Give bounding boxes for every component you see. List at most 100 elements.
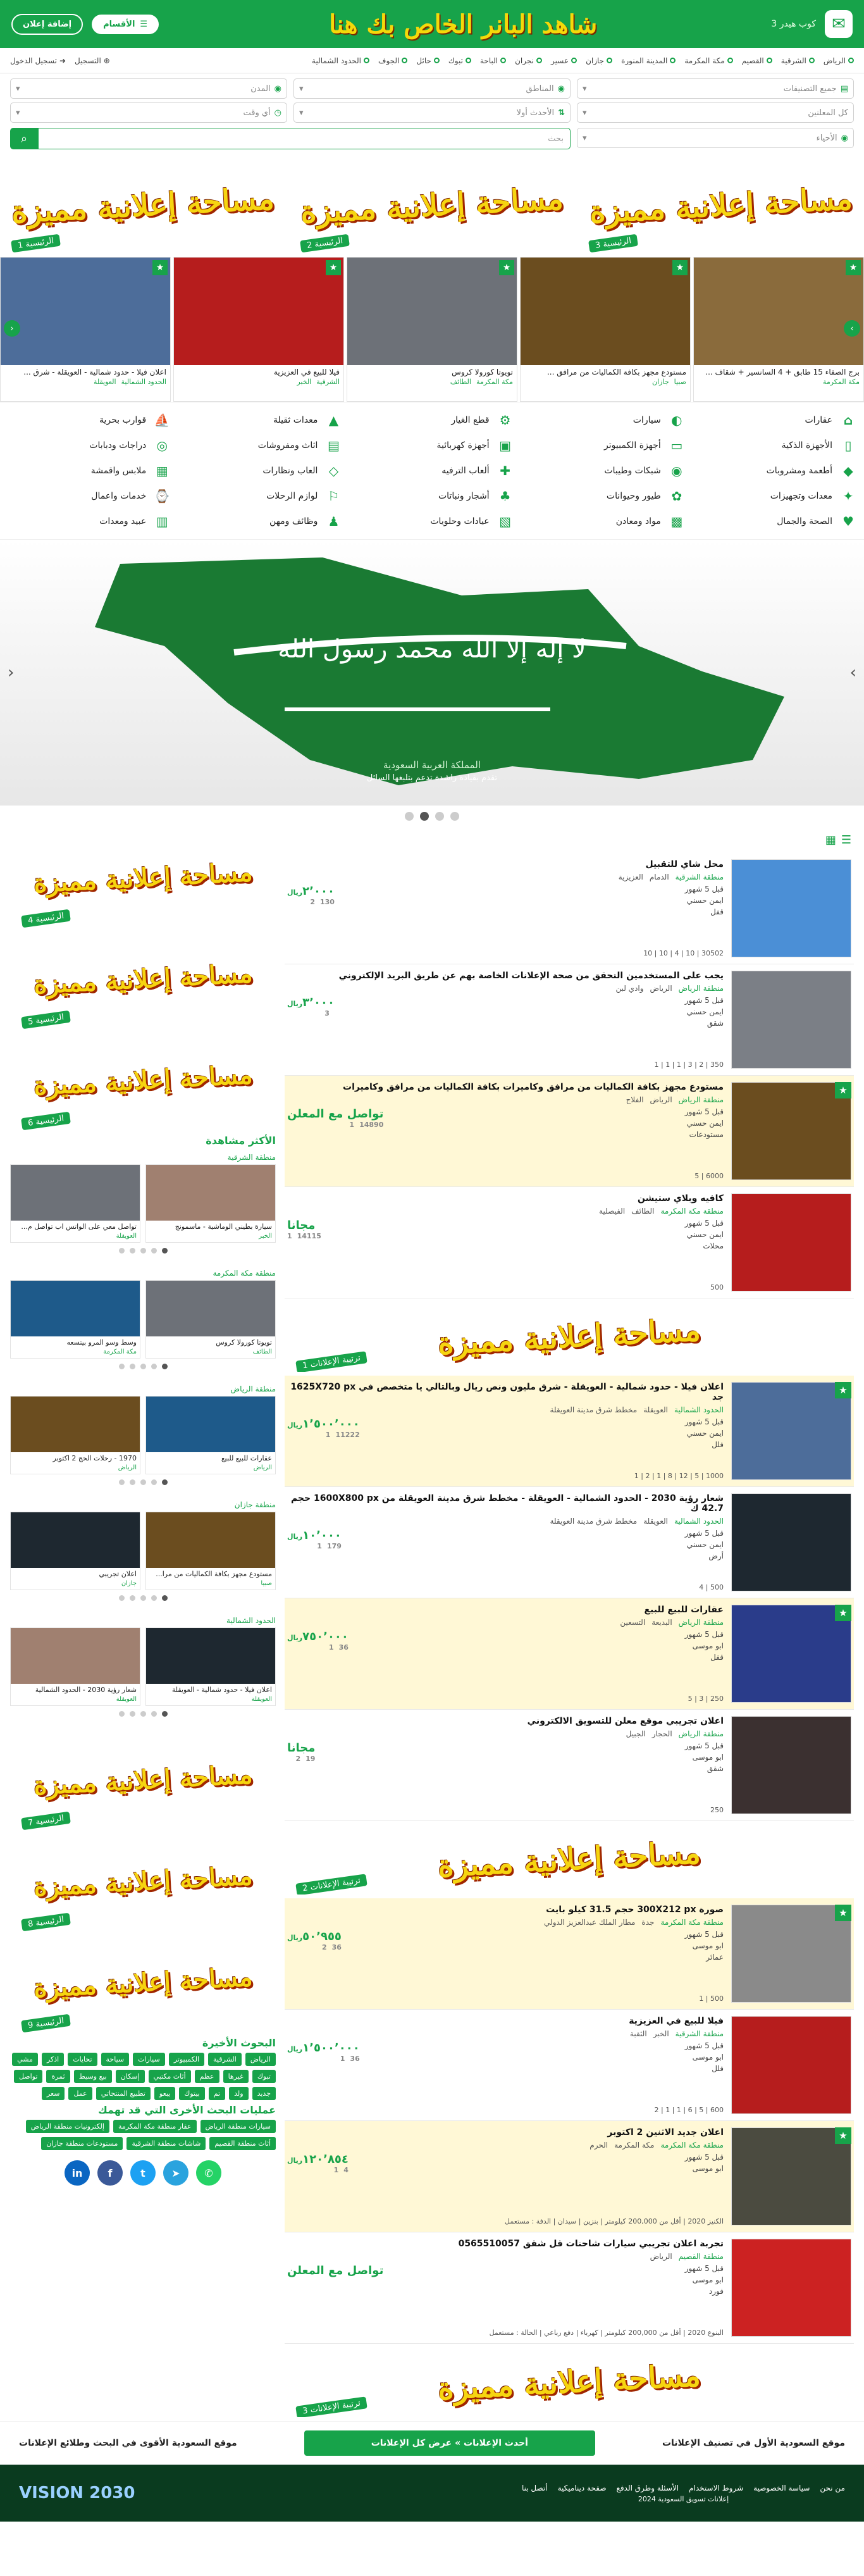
search-tag[interactable]: بيع وسيط: [73, 2070, 112, 2083]
ad-listing[interactable]: اعلان تجريبي موقع معلن للتسويق الالكترون…: [285, 1710, 854, 1821]
side-promo-banner[interactable]: مساحة إعلانية مميزة الرئيسية 6: [10, 1030, 276, 1131]
ad-thumbnail[interactable]: [731, 2239, 851, 2337]
search-tag[interactable]: ولد: [229, 2087, 249, 2100]
footer-link[interactable]: شروط الاستخدام: [689, 2484, 743, 2492]
search-tag[interactable]: مستودعات منطقة جازان: [41, 2137, 123, 2150]
site-logo[interactable]: ✉: [825, 10, 853, 38]
ad-listing[interactable]: مستودع مجهز بكافة الكماليات من مرافق وكا…: [285, 1076, 854, 1187]
search-tag[interactable]: سياحة: [101, 2053, 130, 2066]
mini-ad-card[interactable]: اعلان فيلا - حدود شمالية - العويقلة العوي…: [145, 1627, 276, 1706]
search-tag[interactable]: ثمرة: [46, 2070, 70, 2083]
featured-card[interactable]: ★ برج الصفاء 15 طابق + 4 السانسير + شقاف …: [693, 257, 864, 402]
page-dot[interactable]: [151, 1479, 157, 1485]
category-link[interactable]: ⛵ قوارب بحرية: [6, 410, 171, 430]
search-input[interactable]: بحث: [38, 128, 571, 149]
page-dot[interactable]: [161, 1248, 168, 1254]
ad-listing[interactable]: تجربة اعلان تجريبي سيارات شاحنات قل شقق …: [285, 2232, 854, 2344]
mini-ad-card[interactable]: اعلان تجريبي جازان: [10, 1512, 140, 1590]
search-tag[interactable]: إسكان: [115, 2070, 145, 2083]
promo-banner[interactable]: مساحة إعلانية مميزة الرئيسية 1: [0, 158, 287, 253]
category-link[interactable]: ▦ ملابس واقمشة: [6, 461, 171, 481]
search-tag[interactable]: الشرقية: [208, 2053, 242, 2066]
search-tag[interactable]: تم: [208, 2087, 226, 2100]
nav-region-item[interactable]: حائل: [416, 56, 440, 65]
search-tag[interactable]: بيتوك: [179, 2087, 205, 2100]
nav-region-item[interactable]: الرياض: [824, 56, 854, 65]
nav-region-item[interactable]: مكة المكرمة: [684, 56, 733, 65]
category-link[interactable]: ♣ أشجار ونباتات: [349, 486, 514, 506]
ad-title[interactable]: اعلان تجريبي موقع معلن للتسويق الالكترون…: [287, 1716, 724, 1726]
ad-author[interactable]: ايمن حسني: [685, 896, 724, 905]
advertisers-select[interactable]: كل المعلنين ▾: [577, 103, 854, 123]
sections-button[interactable]: ☰ الأقسام: [92, 14, 159, 34]
footer-link[interactable]: صفحة ديناميكية: [558, 2484, 607, 2492]
nav-region-item[interactable]: عسير: [551, 56, 577, 65]
search-tag[interactable]: الرياض: [245, 2053, 276, 2066]
category-link[interactable]: ✦ معدات وتجهيزات: [693, 486, 858, 506]
ad-author[interactable]: ابو موسى: [685, 2275, 724, 2284]
page-dot[interactable]: [118, 1248, 125, 1254]
page-dot[interactable]: [151, 1364, 157, 1369]
search-tag[interactable]: غيرها: [223, 2070, 249, 2083]
page-dot[interactable]: [140, 1711, 146, 1717]
category-link[interactable]: ◇ العاب ونظارات: [178, 461, 343, 481]
page-dot[interactable]: [129, 1711, 135, 1717]
nav-region-item[interactable]: الباحة: [480, 56, 507, 65]
mini-ad-card[interactable]: تواصل معي على الواتس اب تواصل م... العويق…: [10, 1164, 140, 1243]
ad-title[interactable]: تجربة اعلان تجريبي سيارات شاحنات قل شقق …: [287, 2239, 724, 2249]
hero-dot-active[interactable]: [420, 812, 429, 821]
search-tag[interactable]: عمل: [68, 2087, 92, 2100]
search-tag[interactable]: تبوك: [252, 2070, 276, 2083]
search-tag[interactable]: عقار منطقة مكة المكرمة: [113, 2120, 197, 2133]
ad-title[interactable]: اعلان فيلا - حدود شمالية - العويقلة - شر…: [287, 1382, 724, 1402]
ad-thumbnail[interactable]: [731, 2127, 851, 2225]
twitter-icon[interactable]: t: [130, 2160, 156, 2186]
page-dot[interactable]: [161, 1711, 168, 1717]
category-link[interactable]: ♥ الصحة والجمال: [693, 511, 858, 532]
side-promo-banner[interactable]: مساحة إعلانية مميزة الرئيسية 7: [10, 1729, 276, 1831]
search-tag[interactable]: الكمبيوتر: [168, 2053, 205, 2066]
hero-prev-button[interactable]: ‹: [8, 663, 14, 682]
carousel-next-button[interactable]: ›: [844, 320, 860, 337]
category-link[interactable]: ⌂ عقارات: [693, 410, 858, 430]
ad-thumbnail[interactable]: [731, 1082, 851, 1180]
page-dot[interactable]: [140, 1248, 146, 1254]
category-link[interactable]: ◐ سيارات: [521, 410, 686, 430]
ad-thumbnail[interactable]: [731, 1716, 851, 1814]
page-dot[interactable]: [151, 1711, 157, 1717]
category-link[interactable]: ◎ دراجات ودبابات: [6, 435, 171, 456]
search-tag[interactable]: شاشات منطقة الشرقية: [127, 2137, 206, 2150]
ad-listing[interactable]: صورة 300X212 px حجم 31.5 كيلو بايت منطقة …: [285, 1898, 854, 2010]
ad-author[interactable]: ابو موسى: [685, 1753, 724, 1762]
category-link[interactable]: ✚ ألعاب الترفيه: [349, 461, 514, 481]
promo-banner[interactable]: مساحة إعلانية مميزة الرئيسية 3: [577, 158, 864, 253]
category-link[interactable]: ▤ اثاث ومفروشات: [178, 435, 343, 456]
page-dot[interactable]: [161, 1595, 168, 1601]
ad-thumbnail[interactable]: [731, 1493, 851, 1591]
ad-title[interactable]: مستودع مجهز بكافة الكماليات من مرافق وكا…: [287, 1082, 724, 1092]
ad-listing[interactable]: يجب على المستخدمين التحقق من صحة الإعلان…: [285, 964, 854, 1076]
search-tag[interactable]: تطبيع المنتجاتي: [96, 2087, 151, 2100]
page-dot[interactable]: [129, 1248, 135, 1254]
ad-thumbnail[interactable]: [731, 1605, 851, 1703]
category-link[interactable]: ▧ عيادات وحلويات: [349, 511, 514, 532]
category-link[interactable]: ◉ شبكات وطيبات: [521, 461, 686, 481]
category-link[interactable]: ✿ طيور وحيوانات: [521, 486, 686, 506]
search-tag[interactable]: اذكر: [41, 2053, 65, 2066]
grid-view-icon[interactable]: ▦: [825, 833, 836, 847]
ad-thumbnail[interactable]: [731, 859, 851, 957]
categories-select[interactable]: ▤ جميع التصنيفات ▾: [577, 78, 854, 99]
ad-listing[interactable]: كافيه وبلاي ستيشن منطقة مكة المكرمة الطائف…: [285, 1187, 854, 1298]
footer-link[interactable]: الأسئلة وطرق الدفع: [617, 2484, 679, 2492]
ad-author[interactable]: ابو موسى: [685, 1641, 724, 1650]
page-dot[interactable]: [140, 1595, 146, 1601]
ad-listing[interactable]: شعار رؤية 2030 - الحدود الشمالية - العوي…: [285, 1487, 854, 1598]
promo-banner[interactable]: مساحة إعلانية مميزة الرئيسية 2: [288, 158, 576, 253]
category-link[interactable]: ⚙ قطع الغيار: [349, 410, 514, 430]
ad-author[interactable]: ايمن حسني: [685, 1119, 724, 1128]
ad-title[interactable]: محل شاي للتقبيل: [287, 859, 724, 869]
time-select[interactable]: ◷ أي وقت ▾: [10, 103, 287, 123]
category-link[interactable]: ◆ أطعمة ومشروبات: [693, 461, 858, 481]
telegram-icon[interactable]: ➤: [163, 2160, 188, 2186]
page-dot[interactable]: [161, 1364, 168, 1369]
